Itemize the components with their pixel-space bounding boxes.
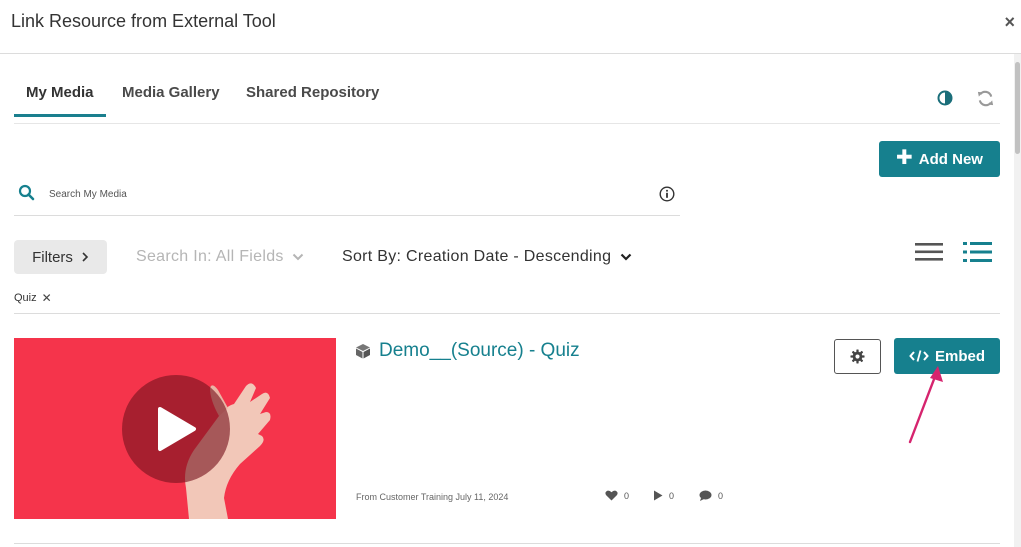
likes-count: 0 [624, 490, 630, 501]
settings-button[interactable] [834, 339, 881, 374]
tab-bar: My Media Media Gallery Shared Repository [14, 70, 1000, 124]
media-title: Demo__(Source) - Quiz [355, 340, 580, 362]
search-in-dropdown[interactable]: Search In: All Fields [136, 248, 304, 266]
divider [14, 543, 1000, 544]
dialog-header: Link Resource from External Tool × [0, 0, 1021, 54]
sort-by-dropdown[interactable]: Sort By: Creation Date - Descending [342, 248, 632, 266]
plays-count: 0 [669, 490, 675, 501]
chevron-down-icon [620, 253, 632, 261]
tab-shared-repository[interactable]: Shared Repository [246, 84, 379, 114]
filters-button[interactable]: Filters [14, 240, 107, 274]
filter-chip-quiz: Quiz ✕ [14, 291, 52, 305]
tab-my-media[interactable]: My Media [14, 84, 106, 117]
scrollbar-thumb[interactable] [1015, 62, 1020, 154]
dialog-title: Link Resource from External Tool [11, 11, 276, 31]
tab-media-gallery[interactable]: Media Gallery [122, 84, 220, 114]
detailed-view-icon[interactable] [963, 241, 992, 263]
search-bar [14, 174, 680, 216]
chevron-right-icon [82, 252, 89, 262]
likes-stat: 0 [605, 490, 629, 501]
search-input[interactable] [49, 184, 649, 204]
add-new-button[interactable]: ✚ Add New [879, 141, 1000, 177]
media-thumbnail[interactable] [14, 338, 336, 519]
media-meta: From Customer Training July 11, 2024 [356, 492, 509, 502]
chevron-down-icon [293, 253, 304, 261]
comment-icon [699, 490, 712, 501]
play-icon [158, 407, 196, 451]
filters-label: Filters [32, 248, 73, 266]
filter-chip-label: Quiz [14, 292, 37, 304]
gear-icon [850, 349, 865, 364]
info-icon[interactable] [659, 186, 675, 202]
heart-icon [605, 490, 618, 501]
plays-stat: 0 [653, 490, 674, 501]
search-in-label: Search In: All Fields [136, 248, 284, 265]
add-new-label: Add New [918, 150, 983, 168]
contrast-icon[interactable] [937, 90, 953, 106]
comments-count: 0 [718, 490, 724, 501]
search-icon [18, 184, 35, 201]
remove-filter-icon[interactable]: ✕ [42, 291, 52, 305]
refresh-icon[interactable] [976, 89, 995, 108]
play-button[interactable] [122, 375, 230, 483]
sort-by-label: Sort By: Creation Date - Descending [342, 248, 612, 265]
divider [14, 313, 1000, 314]
media-title-link[interactable]: Demo__(Source) - Quiz [379, 340, 580, 362]
annotation-arrow [908, 366, 943, 444]
close-icon[interactable]: × [1004, 12, 1015, 33]
play-count-icon [654, 490, 663, 501]
scrollbar[interactable] [1014, 54, 1021, 547]
compact-view-icon[interactable] [915, 242, 943, 262]
plus-icon: ✚ [896, 147, 913, 169]
quiz-cube-icon [356, 344, 370, 359]
comments-stat: 0 [699, 490, 723, 501]
